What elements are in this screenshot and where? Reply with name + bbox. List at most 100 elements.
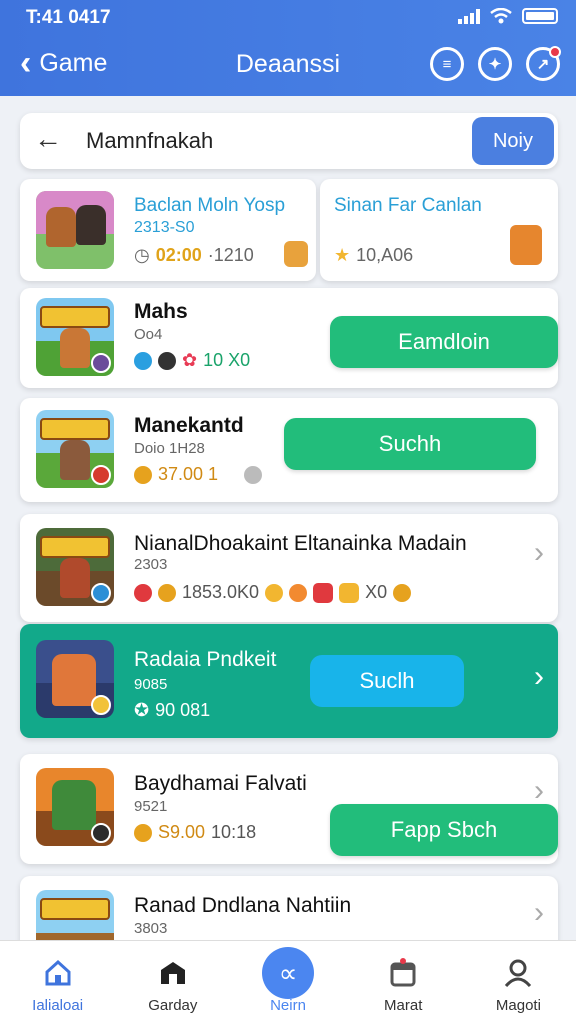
row-stat: 10 X0 [203, 350, 251, 370]
info-icon [244, 465, 263, 484]
row-stat: 90 081 [155, 700, 211, 720]
game-thumbnail [36, 768, 114, 846]
chevron-right-icon: › [534, 896, 544, 929]
nav-item-search[interactable]: ∝ Neirn [230, 941, 345, 1024]
bottom-nav: Ialialoai Garday ∝ Neirn Marat Magoti [0, 940, 576, 1024]
chevron-right-icon: › [534, 536, 544, 569]
row-title: Mahs [134, 300, 188, 323]
row-subtitle: Doio 1H28 [134, 440, 205, 457]
coin-icon [158, 583, 176, 602]
row-title: Radaia Pndkeit [134, 648, 277, 671]
row-stat: 37.00 1 [158, 464, 219, 484]
record-icon [134, 583, 152, 602]
row-stats: S9.00 10:18 [134, 822, 256, 843]
nav-label: Magoti [495, 997, 541, 1014]
game-thumbnail [36, 191, 114, 269]
wifi-icon [490, 8, 512, 24]
featured-meta: ★ 10,A06 [334, 245, 413, 266]
row-stats: ✿ 10 X0 [134, 350, 250, 371]
nav-item-shop[interactable]: Garday [115, 941, 230, 1024]
app-search-button[interactable]: Fapp Sbch [330, 804, 558, 856]
coin-icon [134, 465, 152, 484]
nav-item-home[interactable]: Ialialoai [0, 941, 115, 1024]
gamepad-icon: ✪ [134, 700, 150, 720]
featured-card[interactable]: Baclan Moln Yosp 2313-S0 ◷ 02:00 ·1210 [20, 179, 316, 281]
nav-label: Ialialoai [32, 997, 84, 1014]
game-row-selected[interactable]: Radaia Pndkeit 9085 ✪ 90 081 Suclh › [20, 624, 558, 738]
row-subtitle: 2303 [134, 556, 168, 573]
row-stat: 1853.0K0 [182, 582, 260, 602]
profile-icon [502, 957, 534, 989]
nav-label: Garday [148, 997, 198, 1014]
search-action-button[interactable]: Suchh [284, 418, 536, 470]
row-title: Manekantd [134, 414, 244, 437]
face-icon [289, 583, 308, 602]
search-icon: ∝ [262, 947, 314, 999]
search-button[interactable]: Noiy [472, 117, 554, 165]
row-stat: S9.00 [158, 822, 206, 842]
nav-label: Neirn [270, 997, 306, 1014]
nav-item-profile[interactable]: Magoti [461, 941, 576, 1024]
game-thumbnail [36, 410, 114, 488]
featured-title: Baclan Moln Yosp [134, 195, 286, 216]
row-subtitle: 9521 [134, 798, 168, 815]
row-stat-extra: 10:18 [211, 822, 257, 842]
monkey-icon [510, 225, 542, 265]
game-thumbnail [36, 298, 114, 376]
row-stats: 1853.0K0 X0 [134, 582, 412, 603]
featured-time-extra: ·1210 [207, 245, 254, 265]
chest-icon [339, 582, 360, 603]
settings-icon[interactable]: ✦ [478, 47, 512, 81]
status-time: T:41 0417 [26, 7, 111, 28]
featured-subtitle: 2313-S0 [134, 219, 195, 236]
row-subtitle: Oo4 [134, 326, 163, 343]
featured-meta: ◷ 02:00 ·1210 [134, 245, 254, 266]
shop-icon [157, 957, 189, 989]
featured-card[interactable]: Sinan Far Canlan ★ 10,A06 [320, 179, 558, 281]
chevron-right-icon: › [534, 660, 544, 693]
featured-time: 02:00 [155, 245, 202, 265]
home-icon [42, 957, 74, 989]
calendar-icon [387, 957, 419, 989]
download-button[interactable]: Eamdloin [330, 316, 558, 368]
search-action-button[interactable]: Suclh [310, 655, 464, 707]
game-row[interactable]: Manekantd Doio 1H28 37.00 1 Suchh [20, 398, 558, 502]
row-title: Baydhamai Falvati [134, 772, 307, 795]
featured-count: 10,A06 [356, 245, 414, 265]
row-title: NianalDhoakaint Eltanainka Madain [134, 532, 467, 555]
shop-icon [313, 582, 334, 603]
game-row[interactable]: Mahs Oo4 ✿ 10 X0 › Eamdloin [20, 288, 558, 388]
star-icon: ★ [334, 245, 351, 265]
nav-item-calendar[interactable]: Marat [346, 941, 461, 1024]
game-thumbnail [36, 528, 114, 606]
row-title: Ranad Dndlana Nahtiin [134, 894, 352, 917]
game-thumbnail [36, 640, 114, 718]
search-input[interactable] [86, 121, 466, 161]
app-header: T:41 0417 ‹ Game Deaanssi ≡ ✦ ↗ [0, 0, 576, 96]
coin-icon [134, 823, 152, 842]
row-stat-extra: X0 [365, 582, 388, 602]
controller-icon [158, 351, 176, 370]
battery-icon [522, 8, 558, 24]
list-icon[interactable]: ≡ [430, 47, 464, 81]
game-row[interactable]: Baydhamai Falvati 9521 S9.00 10:18 › Fap… [20, 754, 558, 864]
notification-dot [549, 46, 561, 58]
play-icon [134, 351, 152, 370]
game-row[interactable]: NianalDhoakaint Eltanainka Madain 2303 1… [20, 514, 558, 622]
signal-icon [458, 8, 480, 24]
row-subtitle: 9085 [134, 676, 168, 693]
gift-icon: ✿ [182, 350, 198, 370]
coin-icon [393, 583, 412, 602]
character-icon [284, 241, 308, 267]
row-stats: ✪ 90 081 [134, 700, 210, 721]
search-bar: ← Noiy [20, 113, 558, 169]
row-subtitle: 3803 [134, 920, 168, 937]
chevron-right-icon: › [534, 774, 544, 807]
featured-title: Sinan Far Canlan [334, 195, 482, 216]
smile-icon [265, 583, 284, 602]
notification-icon[interactable]: ↗ [526, 46, 561, 81]
nav-label: Marat [384, 997, 423, 1014]
arrow-left-icon[interactable]: ← [34, 123, 62, 155]
clock-icon: ◷ [134, 245, 150, 265]
row-stats: 37.00 1 [134, 464, 263, 485]
